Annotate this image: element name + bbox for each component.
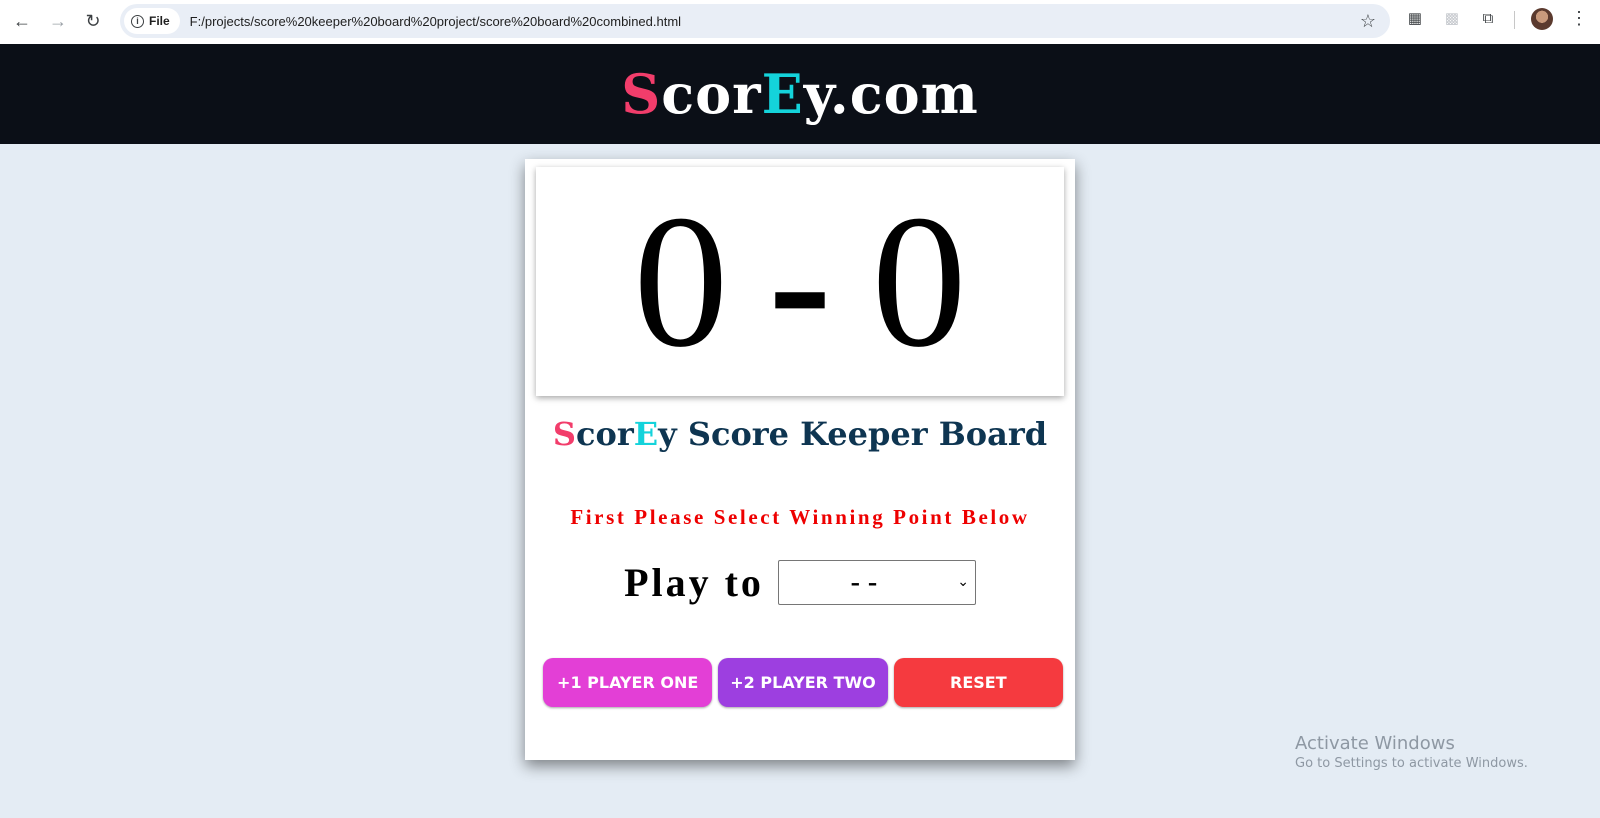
extensions-puzzle-icon[interactable]: ⧉: [1478, 8, 1498, 28]
logo-text: y.com: [803, 62, 979, 126]
chevron-down-icon: ⌄: [957, 573, 969, 589]
select-value: --: [850, 566, 886, 598]
play-to-label: Play to: [624, 560, 764, 605]
player-one-score: 0: [633, 176, 729, 387]
player-one-button[interactable]: +1 PLAYER ONE: [543, 658, 713, 707]
extension-icon[interactable]: ▦: [1405, 8, 1425, 28]
watermark-title: Activate Windows: [1295, 733, 1455, 754]
bookmark-star-icon[interactable]: ☆: [1360, 11, 1376, 32]
play-to-row: Play to -- ⌄: [525, 559, 1075, 606]
profile-avatar[interactable]: [1531, 8, 1553, 30]
file-chip-label: File: [149, 14, 170, 28]
forward-icon[interactable]: →: [41, 4, 75, 38]
logo-letter-s: S: [621, 62, 662, 126]
score-separator: -: [768, 176, 832, 387]
title-text: y Score Keeper Board: [658, 415, 1048, 453]
logo-text: cor: [661, 62, 762, 126]
board-title: ScorEy Score Keeper Board: [525, 415, 1075, 453]
url-text[interactable]: F:/projects/score%20keeper%20board%20pro…: [190, 14, 681, 29]
score-display: 0 - 0: [536, 167, 1064, 396]
reset-button[interactable]: RESET: [893, 658, 1063, 707]
activation-watermark: Activate Windows Go to Settings to activ…: [1295, 733, 1528, 771]
scoreboard-card: 0 - 0 ScorEy Score Keeper Board First Pl…: [525, 159, 1075, 760]
site-logo[interactable]: ScorEy.com: [621, 62, 979, 126]
winning-point-select[interactable]: -- ⌄: [777, 560, 976, 605]
player-two-button[interactable]: +2 PLAYER TWO: [718, 658, 888, 707]
extension-icon[interactable]: ▩: [1442, 8, 1462, 28]
button-row: +1 PLAYER ONE +2 PLAYER TWO RESET: [543, 658, 1063, 707]
site-info-chip[interactable]: i File: [124, 8, 180, 34]
title-letter-e: E: [633, 415, 659, 453]
more-menu-icon[interactable]: ⋮: [1570, 8, 1588, 28]
site-header: ScorEy.com: [0, 44, 1600, 144]
address-bar[interactable]: i File F:/projects/score%20keeper%20boar…: [120, 4, 1390, 38]
watermark-subtitle: Go to Settings to activate Windows.: [1295, 756, 1528, 771]
title-letter-s: S: [552, 415, 577, 453]
title-text: cor: [576, 415, 634, 453]
player-two-score: 0: [871, 176, 967, 387]
browser-toolbar: ← → ↻ i File F:/projects/score%20keeper%…: [0, 0, 1600, 44]
info-icon: i: [131, 14, 144, 28]
toolbar-divider: [1514, 11, 1515, 29]
logo-letter-e: E: [761, 62, 804, 126]
back-icon[interactable]: ←: [5, 4, 39, 38]
reload-icon[interactable]: ↻: [76, 4, 110, 38]
instruction-text: First Please Select Winning Point Below: [570, 505, 1030, 529]
